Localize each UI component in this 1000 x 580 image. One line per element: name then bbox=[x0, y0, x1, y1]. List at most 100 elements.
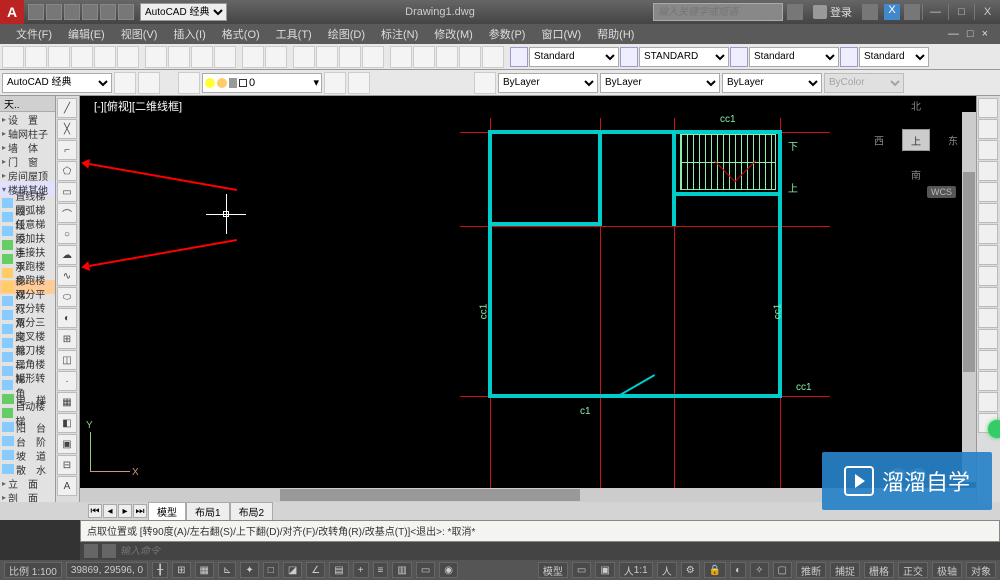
group-room[interactable]: ▸房间屋顶 bbox=[0, 168, 55, 182]
tab-layout1[interactable]: 布局1 bbox=[186, 502, 230, 521]
extend-icon[interactable] bbox=[978, 308, 998, 328]
sb-b1[interactable]: 推断 bbox=[796, 562, 826, 578]
sb-b5[interactable]: 极轴 bbox=[932, 562, 962, 578]
qat-new-icon[interactable] bbox=[28, 4, 44, 20]
sb-b4[interactable]: 正交 bbox=[898, 562, 928, 578]
sb-annoscale[interactable]: 人 1:1 bbox=[619, 562, 653, 578]
group-wall[interactable]: ▸墙 体 bbox=[0, 140, 55, 154]
join-icon[interactable] bbox=[978, 350, 998, 370]
panel-title[interactable]: 天.. bbox=[0, 96, 55, 112]
tab-prev-icon[interactable]: ◂ bbox=[103, 504, 117, 518]
table-icon[interactable]: ⊟ bbox=[57, 455, 77, 475]
workspace-select-2[interactable]: AutoCAD 经典 bbox=[2, 73, 112, 93]
help-icon[interactable] bbox=[904, 4, 920, 20]
layer-select[interactable]: 0 ▾ bbox=[202, 73, 322, 93]
mtext-icon[interactable]: A bbox=[57, 476, 77, 496]
group-sect[interactable]: ▸剖 面 bbox=[0, 490, 55, 502]
vertical-scrollbar[interactable] bbox=[962, 112, 976, 482]
fillet-icon[interactable] bbox=[978, 392, 998, 412]
escalator[interactable]: 自动楼梯 bbox=[0, 406, 55, 420]
polygon-icon[interactable]: ⬠ bbox=[57, 161, 77, 181]
publish-icon[interactable] bbox=[117, 46, 139, 68]
offset-icon[interactable] bbox=[978, 161, 998, 181]
sb-lwt[interactable]: ≡ bbox=[373, 562, 389, 578]
sb-b3[interactable]: 栅格 bbox=[864, 562, 894, 578]
menu-file[interactable]: 文件(F) bbox=[8, 26, 60, 42]
doc-close-icon[interactable]: × bbox=[978, 28, 992, 40]
compass-n[interactable]: 北 bbox=[911, 98, 921, 113]
menu-insert[interactable]: 插入(I) bbox=[165, 26, 213, 42]
spline-icon[interactable]: ∿ bbox=[57, 266, 77, 286]
sheet-icon[interactable] bbox=[459, 46, 481, 68]
new-icon[interactable] bbox=[2, 46, 24, 68]
save-icon[interactable] bbox=[48, 46, 70, 68]
zoom-win-icon[interactable] bbox=[339, 46, 361, 68]
qat-save-icon[interactable] bbox=[64, 4, 80, 20]
ws-save-icon[interactable] bbox=[138, 72, 160, 94]
sb-dyn[interactable]: + bbox=[353, 562, 369, 578]
wcs-label[interactable]: WCS bbox=[927, 186, 956, 198]
steps[interactable]: 台 阶 bbox=[0, 434, 55, 448]
login-button[interactable]: 登录 bbox=[813, 4, 852, 20]
tool-pal-icon[interactable] bbox=[436, 46, 458, 68]
color-icon[interactable] bbox=[474, 72, 496, 94]
close-button[interactable]: X bbox=[974, 4, 1000, 20]
linetype-select[interactable]: ByLayer bbox=[600, 73, 720, 93]
tab-next-icon[interactable]: ▸ bbox=[118, 504, 132, 518]
preview-icon[interactable] bbox=[94, 46, 116, 68]
apron[interactable]: 散 水 bbox=[0, 462, 55, 476]
compass-s[interactable]: 南 bbox=[911, 167, 921, 182]
dimstyle-select[interactable]: Standard bbox=[529, 47, 619, 67]
trim-icon[interactable] bbox=[978, 287, 998, 307]
cut-icon[interactable] bbox=[145, 46, 167, 68]
menu-param[interactable]: 参数(P) bbox=[481, 26, 534, 42]
sb-snap[interactable]: ⊞ bbox=[172, 562, 190, 578]
open-icon[interactable] bbox=[25, 46, 47, 68]
view-cube-top[interactable]: 上 bbox=[902, 129, 930, 151]
color-select[interactable]: ByLayer bbox=[498, 73, 598, 93]
ellipse-arc-icon[interactable]: ◐ bbox=[57, 308, 77, 328]
hatch-icon[interactable]: ▦ bbox=[57, 392, 77, 412]
tablestyle-icon[interactable] bbox=[730, 47, 748, 67]
group-door[interactable]: ▸门 窗 bbox=[0, 154, 55, 168]
point-icon[interactable]: · bbox=[57, 371, 77, 391]
erase-icon[interactable] bbox=[978, 98, 998, 118]
revcloud-icon[interactable]: ☁ bbox=[57, 245, 77, 265]
qat-undo-icon[interactable] bbox=[100, 4, 116, 20]
status-scale[interactable]: 比例 1:100 bbox=[4, 562, 62, 578]
sb-iso-icon[interactable]: ✧ bbox=[750, 562, 768, 578]
sb-tpy[interactable]: ▥ bbox=[392, 562, 411, 578]
sb-ws-icon[interactable]: ⚙ bbox=[681, 562, 700, 578]
search-input[interactable] bbox=[653, 3, 783, 21]
copy-obj-icon[interactable] bbox=[978, 119, 998, 139]
textstyle-icon[interactable] bbox=[620, 47, 638, 67]
sb-3dosnap[interactable]: ◪ bbox=[283, 562, 302, 578]
tab-last-icon[interactable]: ⏭ bbox=[133, 504, 147, 518]
stair-rect[interactable]: 矩形转角 bbox=[0, 378, 55, 392]
textstyle-select[interactable]: STANDARD bbox=[639, 47, 729, 67]
xline-icon[interactable]: ╳ bbox=[57, 119, 77, 139]
redo-icon[interactable] bbox=[265, 46, 287, 68]
pan-icon[interactable] bbox=[293, 46, 315, 68]
menu-tools[interactable]: 工具(T) bbox=[268, 26, 320, 42]
prop-icon[interactable] bbox=[390, 46, 412, 68]
insert-icon[interactable]: ⊞ bbox=[57, 329, 77, 349]
viewport-label[interactable]: [-][俯视][二维线框] bbox=[94, 98, 182, 114]
rotate-icon[interactable] bbox=[978, 224, 998, 244]
command-input[interactable] bbox=[120, 546, 996, 557]
lineweight-select[interactable]: ByLayer bbox=[722, 73, 822, 93]
sb-ducs[interactable]: ▤ bbox=[329, 562, 348, 578]
sb-annovis[interactable]: 人 bbox=[657, 562, 677, 578]
sb-polar[interactable]: ✦ bbox=[240, 562, 258, 578]
stretch-icon[interactable] bbox=[978, 266, 998, 286]
qat-redo-icon[interactable] bbox=[118, 4, 134, 20]
compass-e[interactable]: 东 bbox=[948, 133, 958, 148]
x-icon[interactable]: X bbox=[884, 4, 900, 20]
sb-hw-icon[interactable]: ◐ bbox=[730, 562, 746, 578]
sb-infer[interactable]: ╂ bbox=[152, 562, 168, 578]
ellipse-icon[interactable]: ⬭ bbox=[57, 287, 77, 307]
mleader-icon[interactable] bbox=[840, 47, 858, 67]
qat-open-icon[interactable] bbox=[46, 4, 62, 20]
cmd-close-icon[interactable] bbox=[84, 544, 98, 558]
break-icon[interactable] bbox=[978, 329, 998, 349]
